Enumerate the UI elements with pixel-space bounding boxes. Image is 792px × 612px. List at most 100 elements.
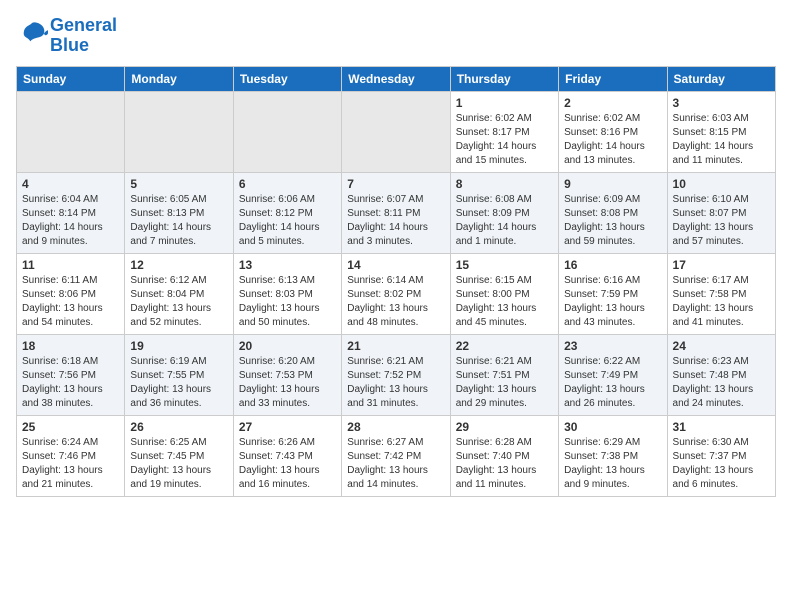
day-number: 1 bbox=[456, 96, 553, 110]
header-day-thursday: Thursday bbox=[450, 66, 558, 91]
cell-content: Sunrise: 6:22 AM Sunset: 7:49 PM Dayligh… bbox=[564, 355, 661, 411]
calendar-cell: 26Sunrise: 6:25 AM Sunset: 7:45 PM Dayli… bbox=[125, 415, 233, 496]
cell-content: Sunrise: 6:11 AM Sunset: 8:06 PM Dayligh… bbox=[22, 274, 119, 330]
cell-content: Sunrise: 6:19 AM Sunset: 7:55 PM Dayligh… bbox=[130, 355, 227, 411]
page-header: General Blue bbox=[16, 16, 776, 56]
calendar-cell: 16 Sunrise: 6:16 AM Sunset: 7:59 PM Dayli… bbox=[559, 253, 667, 334]
calendar-cell: 27Sunrise: 6:26 AM Sunset: 7:43 PM Dayli… bbox=[233, 415, 341, 496]
calendar-cell: 20 Sunrise: 6:20 AM Sunset: 7:53 PM Dayli… bbox=[233, 334, 341, 415]
calendar-cell: 23 Sunrise: 6:22 AM Sunset: 7:49 PM Dayli… bbox=[559, 334, 667, 415]
cell-content: Sunrise: 6:21 AM Sunset: 7:51 PM Dayligh… bbox=[456, 355, 553, 411]
day-number: 16 bbox=[564, 258, 661, 272]
cell-content: Sunrise: 6:08 AM Sunset: 8:09 PM Dayligh… bbox=[456, 193, 553, 249]
calendar-cell: 18 Sunrise: 6:18 AM Sunset: 7:56 PM Dayli… bbox=[17, 334, 125, 415]
calendar-cell: 11 Sunrise: 6:11 AM Sunset: 8:06 PM Dayli… bbox=[17, 253, 125, 334]
cell-content: Sunrise: 6:24 AM Sunset: 7:46 PM Dayligh… bbox=[22, 436, 119, 492]
cell-content: Sunrise: 6:06 AM Sunset: 8:12 PM Dayligh… bbox=[239, 193, 336, 249]
day-number: 31 bbox=[673, 420, 770, 434]
calendar-cell: 1 Sunrise: 6:02 AM Sunset: 8:17 PM Daylig… bbox=[450, 91, 558, 172]
cell-content: Sunrise: 6:13 AM Sunset: 8:03 PM Dayligh… bbox=[239, 274, 336, 330]
calendar-cell bbox=[125, 91, 233, 172]
cell-content: Sunrise: 6:30 AM Sunset: 7:37 PM Dayligh… bbox=[673, 436, 770, 492]
calendar-week-row: 25 Sunrise: 6:24 AM Sunset: 7:46 PM Dayli… bbox=[17, 415, 776, 496]
calendar-week-row: 18 Sunrise: 6:18 AM Sunset: 7:56 PM Dayli… bbox=[17, 334, 776, 415]
day-number: 7 bbox=[347, 177, 444, 191]
cell-content: Sunrise: 6:10 AM Sunset: 8:07 PM Dayligh… bbox=[673, 193, 770, 249]
calendar-cell: 29 Sunrise: 6:28 AM Sunset: 7:40 PM Dayli… bbox=[450, 415, 558, 496]
day-number: 23 bbox=[564, 339, 661, 353]
calendar-cell: 14Sunrise: 6:14 AM Sunset: 8:02 PM Dayli… bbox=[342, 253, 450, 334]
cell-content: Sunrise: 6:15 AM Sunset: 8:00 PM Dayligh… bbox=[456, 274, 553, 330]
cell-content: Sunrise: 6:16 AM Sunset: 7:59 PM Dayligh… bbox=[564, 274, 661, 330]
day-number: 5 bbox=[130, 177, 227, 191]
day-number: 12 bbox=[130, 258, 227, 272]
header-day-sunday: Sunday bbox=[17, 66, 125, 91]
day-number: 20 bbox=[239, 339, 336, 353]
day-number: 24 bbox=[673, 339, 770, 353]
logo-text-line1: General bbox=[50, 16, 117, 36]
day-number: 21 bbox=[347, 339, 444, 353]
calendar-cell: 3 Sunrise: 6:03 AM Sunset: 8:15 PM Daylig… bbox=[667, 91, 775, 172]
header-day-wednesday: Wednesday bbox=[342, 66, 450, 91]
header-day-monday: Monday bbox=[125, 66, 233, 91]
day-number: 22 bbox=[456, 339, 553, 353]
day-number: 4 bbox=[22, 177, 119, 191]
day-number: 17 bbox=[673, 258, 770, 272]
cell-content: Sunrise: 6:29 AM Sunset: 7:38 PM Dayligh… bbox=[564, 436, 661, 492]
cell-content: Sunrise: 6:23 AM Sunset: 7:48 PM Dayligh… bbox=[673, 355, 770, 411]
cell-content: Sunrise: 6:02 AM Sunset: 8:17 PM Dayligh… bbox=[456, 112, 553, 168]
logo-text-line2: Blue bbox=[50, 36, 117, 56]
calendar-cell: 5Sunrise: 6:05 AM Sunset: 8:13 PM Daylig… bbox=[125, 172, 233, 253]
day-number: 25 bbox=[22, 420, 119, 434]
day-number: 10 bbox=[673, 177, 770, 191]
calendar-cell bbox=[17, 91, 125, 172]
calendar-cell: 13 Sunrise: 6:13 AM Sunset: 8:03 PM Dayli… bbox=[233, 253, 341, 334]
calendar-cell: 21 Sunrise: 6:21 AM Sunset: 7:52 PM Dayli… bbox=[342, 334, 450, 415]
calendar-table: SundayMondayTuesdayWednesdayThursdayFrid… bbox=[16, 66, 776, 497]
calendar-cell: 8 Sunrise: 6:08 AM Sunset: 8:09 PM Daylig… bbox=[450, 172, 558, 253]
calendar-cell: 4Sunrise: 6:04 AM Sunset: 8:14 PM Daylig… bbox=[17, 172, 125, 253]
calendar-cell: 6 Sunrise: 6:06 AM Sunset: 8:12 PM Daylig… bbox=[233, 172, 341, 253]
day-number: 30 bbox=[564, 420, 661, 434]
calendar-cell: 9Sunrise: 6:09 AM Sunset: 8:08 PM Daylig… bbox=[559, 172, 667, 253]
cell-content: Sunrise: 6:20 AM Sunset: 7:53 PM Dayligh… bbox=[239, 355, 336, 411]
cell-content: Sunrise: 6:09 AM Sunset: 8:08 PM Dayligh… bbox=[564, 193, 661, 249]
day-number: 26 bbox=[130, 420, 227, 434]
calendar-cell: 2Sunrise: 6:02 AM Sunset: 8:16 PM Daylig… bbox=[559, 91, 667, 172]
cell-content: Sunrise: 6:27 AM Sunset: 7:42 PM Dayligh… bbox=[347, 436, 444, 492]
cell-content: Sunrise: 6:17 AM Sunset: 7:58 PM Dayligh… bbox=[673, 274, 770, 330]
day-number: 29 bbox=[456, 420, 553, 434]
cell-content: Sunrise: 6:02 AM Sunset: 8:16 PM Dayligh… bbox=[564, 112, 661, 168]
cell-content: Sunrise: 6:07 AM Sunset: 8:11 PM Dayligh… bbox=[347, 193, 444, 249]
day-number: 15 bbox=[456, 258, 553, 272]
cell-content: Sunrise: 6:28 AM Sunset: 7:40 PM Dayligh… bbox=[456, 436, 553, 492]
calendar-week-row: 4Sunrise: 6:04 AM Sunset: 8:14 PM Daylig… bbox=[17, 172, 776, 253]
calendar-cell bbox=[233, 91, 341, 172]
cell-content: Sunrise: 6:26 AM Sunset: 7:43 PM Dayligh… bbox=[239, 436, 336, 492]
header-day-tuesday: Tuesday bbox=[233, 66, 341, 91]
calendar-cell: 10 Sunrise: 6:10 AM Sunset: 8:07 PM Dayli… bbox=[667, 172, 775, 253]
day-number: 28 bbox=[347, 420, 444, 434]
calendar-week-row: 11 Sunrise: 6:11 AM Sunset: 8:06 PM Dayli… bbox=[17, 253, 776, 334]
day-number: 3 bbox=[673, 96, 770, 110]
cell-content: Sunrise: 6:03 AM Sunset: 8:15 PM Dayligh… bbox=[673, 112, 770, 168]
logo-bird-icon bbox=[16, 19, 48, 47]
day-number: 11 bbox=[22, 258, 119, 272]
header-day-saturday: Saturday bbox=[667, 66, 775, 91]
calendar-cell: 24 Sunrise: 6:23 AM Sunset: 7:48 PM Dayli… bbox=[667, 334, 775, 415]
cell-content: Sunrise: 6:18 AM Sunset: 7:56 PM Dayligh… bbox=[22, 355, 119, 411]
cell-content: Sunrise: 6:14 AM Sunset: 8:02 PM Dayligh… bbox=[347, 274, 444, 330]
cell-content: Sunrise: 6:12 AM Sunset: 8:04 PM Dayligh… bbox=[130, 274, 227, 330]
day-number: 6 bbox=[239, 177, 336, 191]
cell-content: Sunrise: 6:21 AM Sunset: 7:52 PM Dayligh… bbox=[347, 355, 444, 411]
calendar-week-row: 1 Sunrise: 6:02 AM Sunset: 8:17 PM Daylig… bbox=[17, 91, 776, 172]
calendar-cell: 7 Sunrise: 6:07 AM Sunset: 8:11 PM Daylig… bbox=[342, 172, 450, 253]
day-number: 18 bbox=[22, 339, 119, 353]
day-number: 19 bbox=[130, 339, 227, 353]
calendar-cell bbox=[342, 91, 450, 172]
day-number: 13 bbox=[239, 258, 336, 272]
calendar-cell: 17 Sunrise: 6:17 AM Sunset: 7:58 PM Dayli… bbox=[667, 253, 775, 334]
calendar-cell: 12 Sunrise: 6:12 AM Sunset: 8:04 PM Dayli… bbox=[125, 253, 233, 334]
header-day-friday: Friday bbox=[559, 66, 667, 91]
day-number: 8 bbox=[456, 177, 553, 191]
